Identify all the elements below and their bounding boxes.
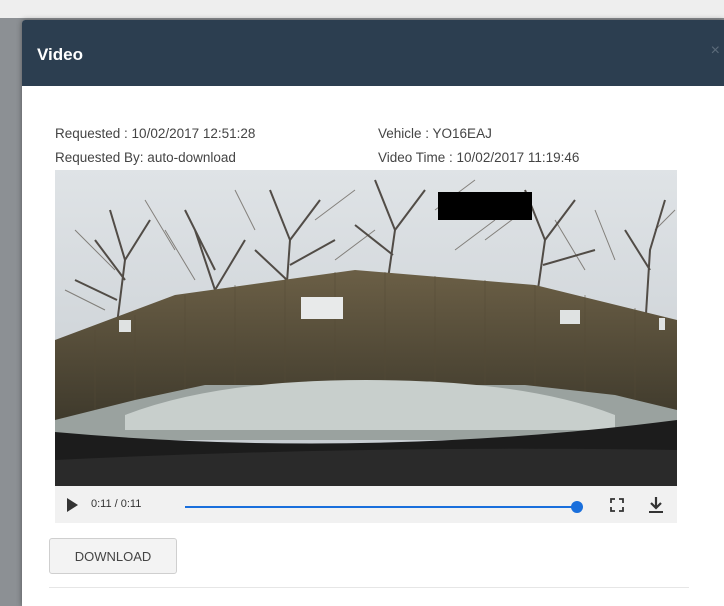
modal-footer-divider bbox=[49, 587, 689, 588]
fullscreen-icon[interactable] bbox=[610, 498, 624, 512]
video-modal: Video × Requested : 10/02/2017 12:51:28 … bbox=[22, 20, 724, 606]
requested-by: Requested By: auto-download bbox=[55, 150, 236, 165]
close-button[interactable]: × bbox=[711, 42, 720, 60]
modal-title: Video bbox=[37, 45, 83, 64]
video-time: Video Time : 10/02/2017 11:19:46 bbox=[378, 150, 580, 165]
vehicle-reg: Vehicle : YO16EAJ bbox=[378, 126, 492, 141]
modal-header: Video × bbox=[22, 20, 724, 86]
player-controls: 0:11 / 0:11 bbox=[55, 486, 677, 523]
video-player[interactable]: 0:11 / 0:11 bbox=[55, 170, 677, 523]
play-icon[interactable] bbox=[67, 498, 78, 512]
video-frame[interactable] bbox=[55, 170, 677, 486]
background-topbar bbox=[0, 0, 724, 18]
seek-thumb[interactable] bbox=[571, 501, 583, 513]
download-icon[interactable] bbox=[648, 496, 664, 514]
time-display: 0:11 / 0:11 bbox=[91, 498, 142, 510]
requested-timestamp: Requested : 10/02/2017 12:51:28 bbox=[55, 126, 256, 141]
download-button[interactable]: DOWNLOAD bbox=[49, 538, 177, 574]
seek-bar[interactable] bbox=[185, 501, 583, 513]
dashcam-still-image bbox=[55, 170, 677, 486]
seek-progress bbox=[185, 506, 577, 508]
